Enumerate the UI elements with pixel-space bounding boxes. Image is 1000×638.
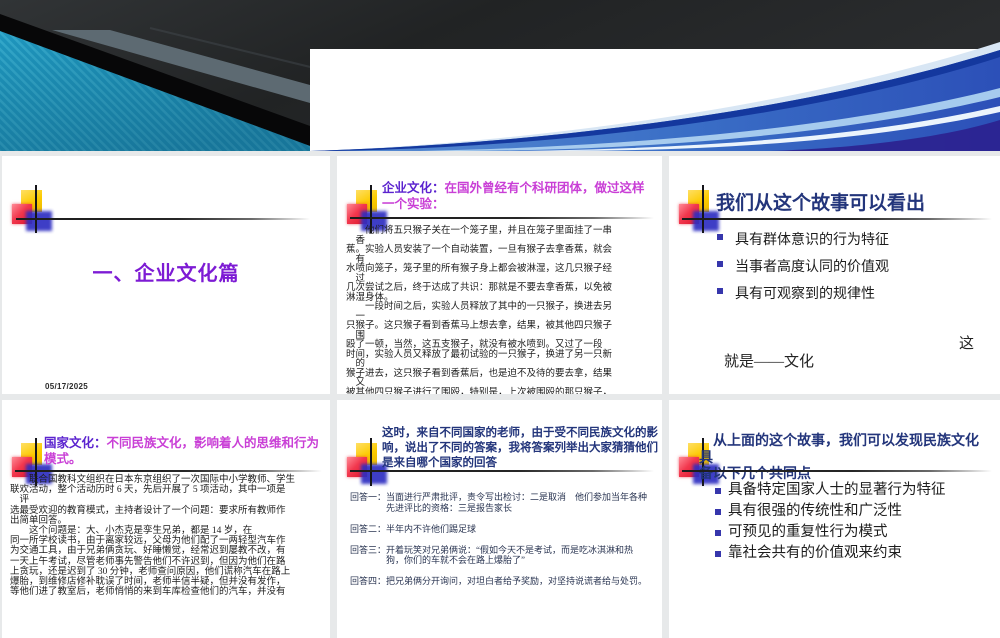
logo-vertical-line: [702, 185, 704, 233]
title-prefix: 企业文化：: [382, 181, 445, 195]
slide-body: 他们将五只猴子关在一个笼子里，并且在笼子里面挂了一串 香 蕉。实验人员安装了一个…: [346, 227, 654, 394]
divider-line: [350, 217, 654, 219]
bullet-item: 当事者高度认同的价值观: [717, 256, 889, 276]
divider-line: [682, 470, 992, 472]
logo-vertical-line: [370, 438, 372, 486]
bullet-square-icon: [715, 488, 721, 494]
slide-thumbnail-2[interactable]: 企业文化：在国外曾经有个科研团体，做过这样一个实验： 他们将五只猴子关在一个笼子…: [337, 156, 662, 394]
bullet-text: 具有很强的传统性和广泛性: [728, 503, 902, 520]
banner-graphic: [0, 0, 1000, 151]
slide-title: 企业文化：在国外曾经有个科研团体，做过这样一个实验：: [382, 180, 657, 213]
slide-logo-icon: [679, 190, 721, 238]
slide-thumbnail-1[interactable]: 一、企业文化篇 05/17/2025: [2, 156, 330, 394]
bullet-item: 具备特定国家人士的显著行为特征: [715, 482, 946, 499]
logo-blue-square: [26, 211, 52, 231]
outro-text: 就是——文化: [724, 350, 814, 371]
bullet-text: 具有群体意识的行为特征: [735, 229, 889, 249]
slide-title: 一、企业文化篇: [2, 257, 330, 286]
divider-line: [16, 218, 310, 220]
divider-line: [15, 470, 322, 472]
bullet-item: 具有群体意识的行为特征: [717, 229, 889, 249]
bullet-text: 具备特定国家人士的显著行为特征: [728, 482, 946, 499]
slide-title: 从上面的这个故事，我们可以发现民族文化具 备以下几个共同点: [699, 434, 987, 484]
slide-title: 这时，来自不同国家的老师，由于受不同民族文化的影 响，说出了不同的答案，我将答案…: [382, 426, 662, 471]
bullet-text: 靠社会共有的价值观来约束: [728, 545, 902, 562]
slide-logo-icon: [12, 190, 54, 238]
title-prefix: 国家文化：: [44, 436, 107, 450]
bullet-item: 具有可观察到的规律性: [717, 283, 889, 303]
bullet-square-icon: [715, 551, 721, 557]
bullet-square-icon: [715, 530, 721, 536]
bullet-item: 具有很强的传统性和广泛性: [715, 503, 946, 520]
slide-title: 国家文化：不同民族文化，影响着人的思维和行为模式。: [44, 435, 326, 468]
slides-grid: 一、企业文化篇 05/17/2025 企业文化：在国外曾经有个科研团体，做过这样…: [2, 156, 1000, 638]
slide-date: 05/17/2025: [45, 382, 88, 391]
divider-line: [682, 218, 992, 220]
divider-line: [350, 470, 654, 472]
bullet-item: 靠社会共有的价值观来约束: [715, 545, 946, 562]
logo-vertical-line: [35, 185, 37, 233]
bullet-list: 具备特定国家人士的显著行为特征 具有很强的传统性和广泛性 可预见的重复性行为模式…: [715, 482, 946, 566]
bullet-text: 具有可观察到的规律性: [735, 283, 875, 303]
slide-thumbnail-4[interactable]: 国家文化：不同民族文化，影响着人的思维和行为模式。 联合国教科文组织在日本东京组…: [2, 400, 330, 638]
bullet-square-icon: [717, 261, 723, 267]
slide-body: 回答一：当面进行严肃批评，责令写出检讨：二是取消 他们参加当年各种 先进评比的资…: [350, 492, 658, 587]
slide-body: 联合国教科文组织在日本东京组织了一次国际中小学教师、学生 联欢活动，整个活动历时…: [10, 475, 326, 597]
slide-title: 我们从这个故事可以看出: [716, 188, 925, 215]
bullet-square-icon: [717, 234, 723, 240]
slide-thumbnail-5[interactable]: 这时，来自不同国家的老师，由于受不同民族文化的影 响，说出了不同的答案，我将答案…: [337, 400, 662, 638]
slide-thumbnail-3[interactable]: 我们从这个故事可以看出 具有群体意识的行为特征 当事者高度认同的价值观 具有可观…: [669, 156, 1000, 394]
slide-thumbnail-6[interactable]: 从上面的这个故事，我们可以发现民族文化具 备以下几个共同点 具备特定国家人士的显…: [669, 400, 1000, 638]
bullet-square-icon: [717, 288, 723, 294]
outro-text-fragment: 这: [959, 332, 974, 353]
bullet-text: 当事者高度认同的价值观: [735, 256, 889, 276]
bullet-text: 可预见的重复性行为模式: [728, 524, 888, 541]
bullet-item: 可预见的重复性行为模式: [715, 524, 946, 541]
decorative-banner: [0, 0, 1000, 151]
bullet-list: 具有群体意识的行为特征 当事者高度认同的价值观 具有可观察到的规律性: [717, 229, 889, 310]
bullet-square-icon: [715, 509, 721, 515]
